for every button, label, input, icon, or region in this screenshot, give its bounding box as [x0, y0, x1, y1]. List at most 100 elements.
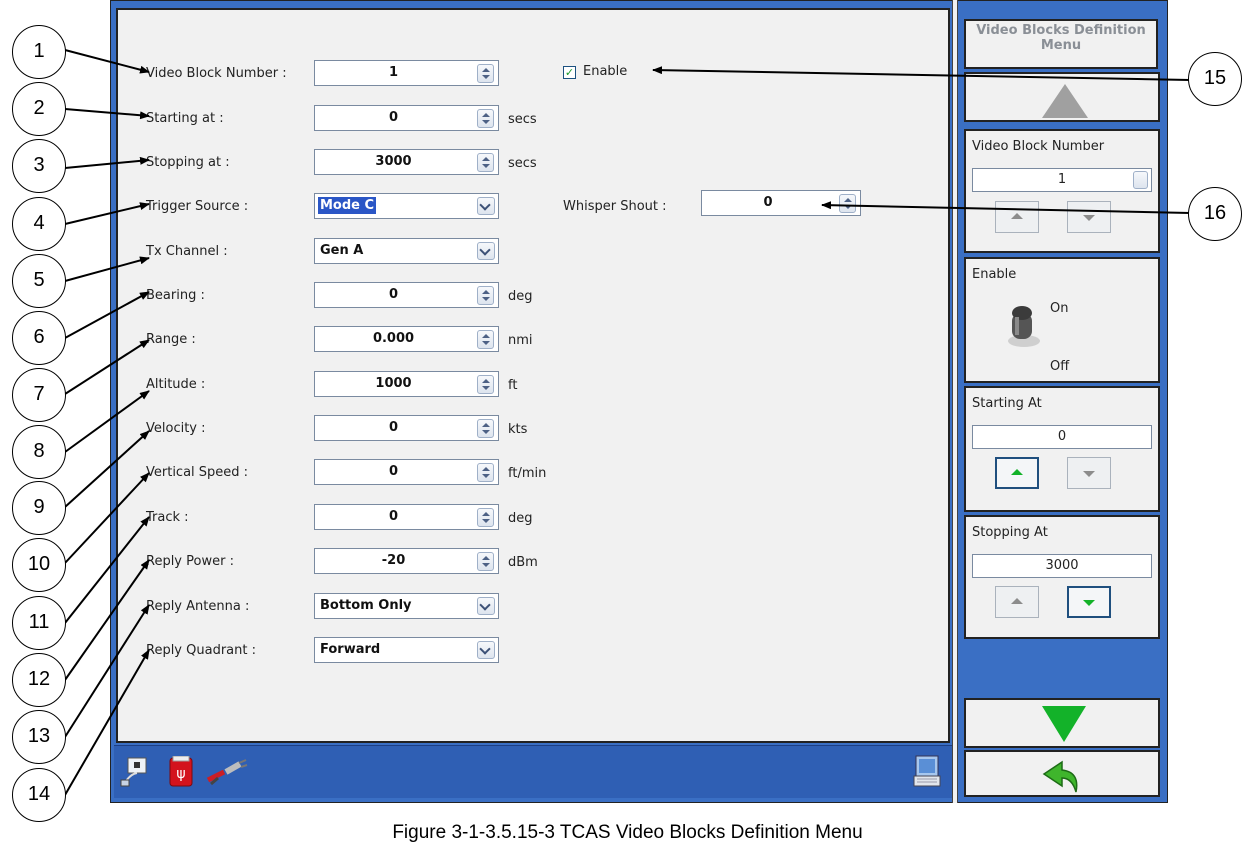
callout-10: 10 — [12, 538, 66, 592]
decrement-button[interactable] — [1067, 201, 1111, 233]
unit-kts: kts — [508, 422, 528, 437]
unit-deg: deg — [508, 289, 533, 304]
track-spinner[interactable]: 0 — [314, 504, 499, 530]
callout-13: 13 — [12, 710, 66, 764]
video-block-number-spinner[interactable]: 1 — [314, 60, 499, 86]
network-icon[interactable] — [120, 756, 152, 788]
spin-buttons[interactable] — [477, 463, 494, 482]
selected-value: Gen A — [320, 243, 364, 258]
label-reply-quadrant: Reply Quadrant : — [146, 643, 256, 658]
label-reply-power: Reply Power : — [146, 554, 234, 569]
label-range: Range : — [146, 332, 196, 347]
vertical-speed-spinner[interactable]: 0 — [314, 459, 499, 485]
spin-buttons[interactable] — [477, 375, 494, 394]
unit-deg: deg — [508, 511, 533, 526]
spinner-value: 3000 — [375, 154, 412, 169]
selected-value: Bottom Only — [320, 598, 412, 613]
spinner-value: 0 — [388, 420, 399, 435]
increment-button[interactable] — [995, 586, 1039, 618]
keyboard-icon[interactable] — [912, 754, 942, 788]
scroll-up-button[interactable] — [964, 72, 1160, 122]
stopping-at-spinner[interactable]: 3000 — [314, 149, 499, 175]
toggle-switch-icon[interactable] — [1004, 303, 1044, 349]
spin-buttons[interactable] — [477, 330, 494, 349]
increment-button[interactable] — [995, 457, 1039, 489]
chevron-down-icon[interactable] — [477, 197, 495, 215]
callout-14: 14 — [12, 768, 66, 822]
altitude-spinner[interactable]: 1000 — [314, 371, 499, 397]
spin-buttons[interactable] — [1133, 171, 1148, 189]
callout-7: 7 — [12, 368, 66, 422]
back-button[interactable] — [964, 750, 1160, 797]
reply-quadrant-select[interactable]: Forward — [314, 637, 499, 663]
callout-15: 15 — [1188, 52, 1242, 106]
video-block-number-field[interactable]: 1 — [972, 168, 1152, 192]
spinner-value: 1 — [388, 65, 399, 80]
callout-8: 8 — [12, 425, 66, 479]
enable-checkbox[interactable]: ✓ — [563, 66, 576, 79]
increment-button[interactable] — [995, 201, 1039, 233]
panel-label: Stopping At — [972, 525, 1048, 540]
bearing-spinner[interactable]: 0 — [314, 282, 499, 308]
field-value: 1 — [1057, 172, 1067, 187]
whisper-shout-spinner[interactable]: 0 — [701, 190, 861, 216]
spinner-value: -20 — [381, 553, 406, 568]
spinner-value: 1000 — [375, 376, 412, 391]
menu-title-box: Video Blocks Definition Menu — [964, 19, 1158, 69]
spin-buttons[interactable] — [839, 194, 856, 213]
callout-3: 3 — [12, 139, 66, 193]
label-video-block-number: Video Block Number : — [146, 66, 287, 81]
usb-icon[interactable]: ψ — [168, 756, 194, 788]
label-trigger-source: Trigger Source : — [146, 199, 249, 214]
selected-value: Mode C — [318, 197, 377, 214]
label-vertical-speed: Vertical Speed : — [146, 465, 249, 480]
callout-4: 4 — [12, 197, 66, 251]
panel-label: Starting At — [972, 396, 1042, 411]
enable-label: Enable — [583, 64, 628, 79]
spinner-value: 0 — [388, 464, 399, 479]
svg-text:ψ: ψ — [176, 766, 185, 782]
toggle-off-label: Off — [1050, 359, 1070, 374]
range-spinner[interactable]: 0.000 — [314, 326, 499, 352]
panel-separator — [952, 0, 958, 803]
down-arrow-icon — [1042, 706, 1086, 742]
unit-secs: secs — [508, 112, 537, 127]
taskbar: ψ — [114, 745, 952, 798]
chevron-down-icon[interactable] — [477, 242, 495, 260]
stopping-at-field[interactable]: 3000 — [972, 554, 1152, 578]
starting-at-panel: Starting At 0 — [964, 386, 1160, 512]
unit-nmi: nmi — [508, 333, 533, 348]
plug-icon[interactable] — [206, 758, 248, 786]
chevron-down-icon[interactable] — [477, 641, 495, 659]
decrement-button[interactable] — [1067, 586, 1111, 618]
spinner-value: 0 — [388, 509, 399, 524]
label-reply-antenna: Reply Antenna : — [146, 599, 250, 614]
reply-power-spinner[interactable]: -20 — [314, 548, 499, 574]
starting-at-field[interactable]: 0 — [972, 425, 1152, 449]
enable-panel: Enable On Off — [964, 257, 1160, 383]
stopping-at-panel: Stopping At 3000 — [964, 515, 1160, 639]
decrement-button[interactable] — [1067, 457, 1111, 489]
spin-buttons[interactable] — [477, 508, 494, 527]
spin-buttons[interactable] — [477, 109, 494, 128]
scroll-down-button[interactable] — [964, 698, 1160, 748]
velocity-spinner[interactable]: 0 — [314, 415, 499, 441]
callout-6: 6 — [12, 311, 66, 365]
callout-11: 11 — [12, 596, 66, 650]
callout-16: 16 — [1188, 187, 1242, 241]
tx-channel-select[interactable]: Gen A — [314, 238, 499, 264]
reply-antenna-select[interactable]: Bottom Only — [314, 593, 499, 619]
starting-at-spinner[interactable]: 0 — [314, 105, 499, 131]
trigger-source-select[interactable]: Mode C — [314, 193, 499, 219]
label-stopping-at: Stopping at : — [146, 155, 230, 170]
spinner-value: 0 — [388, 110, 399, 125]
label-altitude: Altitude : — [146, 377, 206, 392]
spin-buttons[interactable] — [477, 552, 494, 571]
spin-buttons[interactable] — [477, 286, 494, 305]
callout-1: 1 — [12, 25, 66, 79]
spin-buttons[interactable] — [477, 153, 494, 172]
chevron-down-icon[interactable] — [477, 597, 495, 615]
spinner-value: 0.000 — [372, 331, 415, 346]
spin-buttons[interactable] — [477, 64, 494, 83]
spin-buttons[interactable] — [477, 419, 494, 438]
